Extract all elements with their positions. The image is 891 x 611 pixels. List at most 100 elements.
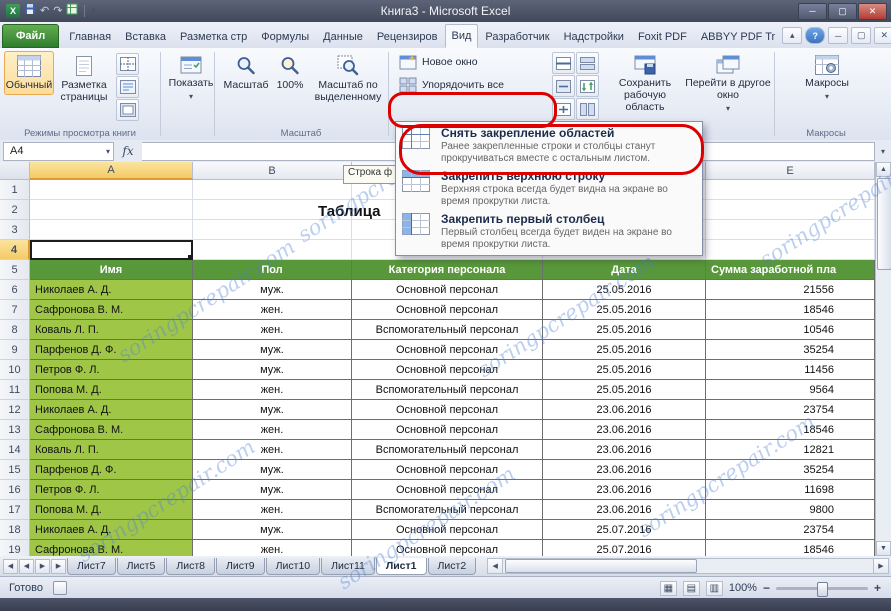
cell-sum[interactable]: 10546 <box>706 320 875 340</box>
cell[interactable] <box>193 240 352 260</box>
first-sheet-icon[interactable]: ◀ <box>3 559 18 574</box>
cell-sum[interactable]: 11698 <box>706 480 875 500</box>
cell-name[interactable]: Попова М. Д. <box>30 500 193 520</box>
macros-button[interactable]: Макросы ▾ <box>796 51 858 107</box>
qat-table-icon[interactable] <box>66 3 78 19</box>
workbook-restore-icon[interactable]: ▢ <box>851 27 871 44</box>
cell-sex[interactable]: жен. <box>193 420 352 440</box>
row-number[interactable]: 12 <box>0 400 30 420</box>
reset-window-position-button[interactable] <box>576 98 599 120</box>
header-cell-category[interactable]: Категория персонала <box>352 260 543 280</box>
cell-category[interactable]: Основной персонал <box>352 540 543 556</box>
cell-sex[interactable]: муж. <box>193 400 352 420</box>
row-number[interactable]: 11 <box>0 380 30 400</box>
row-number[interactable]: 5 <box>0 260 30 280</box>
cell-sum[interactable]: 35254 <box>706 460 875 480</box>
cell-name[interactable]: Петров Ф. Л. <box>30 360 193 380</box>
header-cell-date[interactable]: Дата <box>543 260 706 280</box>
sheet-tab[interactable]: Лист1 <box>376 558 427 575</box>
cell-category[interactable]: Основной персонал <box>352 340 543 360</box>
ribbon-tab[interactable]: Вставка <box>118 25 173 48</box>
cell-category[interactable]: Вспомогательный персонал <box>352 320 543 340</box>
row-number[interactable]: 1 <box>0 180 30 200</box>
switch-windows-button[interactable]: Перейти в другое окно ▾ <box>682 51 774 119</box>
show-group-button[interactable]: Показать ▾ <box>164 51 218 107</box>
zoom-level[interactable]: 100% <box>729 582 757 594</box>
cell-sum[interactable]: 35254 <box>706 340 875 360</box>
ribbon-tab[interactable]: Вид <box>445 24 479 48</box>
row-number[interactable]: 18 <box>0 520 30 540</box>
menu-item-freeze-top-row[interactable]: Закрепить верхнюю строку Верхняя строка … <box>398 167 700 210</box>
cell-category[interactable]: Основной персонал <box>352 520 543 540</box>
cell-date[interactable]: 25.05.2016 <box>543 360 706 380</box>
save-workspace-button[interactable]: Сохранить рабочую область <box>608 51 682 117</box>
cell-sum[interactable]: 11456 <box>706 360 875 380</box>
cell-sex[interactable]: муж. <box>193 340 352 360</box>
sheet-tab[interactable]: Лист11 <box>321 558 375 575</box>
sheet-tab[interactable]: Лист8 <box>166 558 215 575</box>
cell-sum[interactable]: 18546 <box>706 540 875 556</box>
cell-sum[interactable]: 9800 <box>706 500 875 520</box>
cell-sex[interactable]: муж. <box>193 520 352 540</box>
zoom-slider[interactable] <box>776 587 868 590</box>
select-all-corner[interactable] <box>0 162 30 180</box>
ribbon-tab[interactable]: Надстройки <box>557 25 631 48</box>
cell-sex[interactable]: жен. <box>193 500 352 520</box>
view-page-layout-button[interactable]: ▤ <box>683 581 700 596</box>
split-button[interactable] <box>552 52 575 74</box>
ribbon-tab[interactable]: Разметка стр <box>173 25 254 48</box>
cell-name[interactable]: Николаев А. Д. <box>30 280 193 300</box>
view-page-break-button[interactable]: ▥ <box>706 581 723 596</box>
cell-date[interactable]: 23.06.2016 <box>543 460 706 480</box>
header-cell-name[interactable]: Имя <box>30 260 193 280</box>
column-header-e[interactable]: E <box>706 162 875 180</box>
cell-date[interactable]: 23.06.2016 <box>543 500 706 520</box>
row-number[interactable]: 19 <box>0 540 30 556</box>
zoom-100-button[interactable]: 100% <box>268 51 312 95</box>
cell-date[interactable]: 25.05.2016 <box>543 300 706 320</box>
row-number[interactable]: 10 <box>0 360 30 380</box>
cell-sex[interactable]: жен. <box>193 380 352 400</box>
cell[interactable] <box>30 220 193 240</box>
workbook-minimize-icon[interactable]: ─ <box>828 27 848 44</box>
column-header-a[interactable]: A <box>30 162 193 180</box>
ribbon-tab[interactable]: Разработчик <box>478 25 556 48</box>
cell-name[interactable]: Николаев А. Д. <box>30 400 193 420</box>
cell-sex[interactable]: жен. <box>193 300 352 320</box>
sheet-tab[interactable]: Лист10 <box>266 558 321 575</box>
cell-name[interactable]: Петров Ф. Л. <box>30 480 193 500</box>
cell-category[interactable]: Основной персонал <box>352 480 543 500</box>
zoom-slider-thumb[interactable] <box>817 582 828 597</box>
horizontal-scroll-thumb[interactable] <box>505 559 697 573</box>
cell-sex[interactable]: муж. <box>193 280 352 300</box>
unhide-window-button[interactable] <box>552 98 575 120</box>
cell-name[interactable]: Сафронова В. М. <box>30 420 193 440</box>
cell-date[interactable]: 23.06.2016 <box>543 400 706 420</box>
new-window-button[interactable]: Новое окно <box>394 51 546 72</box>
cell-sex[interactable]: жен. <box>193 320 352 340</box>
cell-name[interactable]: Николаев А. Д. <box>30 520 193 540</box>
cell-sex[interactable]: муж. <box>193 480 352 500</box>
cell[interactable] <box>30 200 193 220</box>
cell[interactable] <box>193 220 352 240</box>
view-side-by-side-button[interactable] <box>576 52 599 74</box>
full-screen-button[interactable] <box>116 99 139 121</box>
cell-name[interactable]: Парфенов Д. Ф. <box>30 340 193 360</box>
cell[interactable] <box>706 200 875 220</box>
cell-sum[interactable]: 9564 <box>706 380 875 400</box>
cell-category[interactable]: Основной персонал <box>352 280 543 300</box>
cell-sex[interactable]: жен. <box>193 540 352 556</box>
cell-date[interactable]: 25.05.2016 <box>543 280 706 300</box>
row-number[interactable]: 17 <box>0 500 30 520</box>
cell[interactable] <box>706 220 875 240</box>
cell-date[interactable]: 25.07.2016 <box>543 540 706 556</box>
sheet-tab[interactable]: Лист7 <box>67 558 116 575</box>
expand-formula-bar-icon[interactable]: ▾ <box>875 147 891 156</box>
cell-sum[interactable]: 18546 <box>706 300 875 320</box>
cell-sum[interactable]: 12821 <box>706 440 875 460</box>
cell-date[interactable]: 25.05.2016 <box>543 380 706 400</box>
save-icon[interactable] <box>24 3 36 19</box>
cell-category[interactable]: Вспомогательный персонал <box>352 500 543 520</box>
scroll-down-icon[interactable]: ▼ <box>876 541 891 556</box>
vertical-scrollbar[interactable]: ▲ ▼ <box>875 162 891 556</box>
